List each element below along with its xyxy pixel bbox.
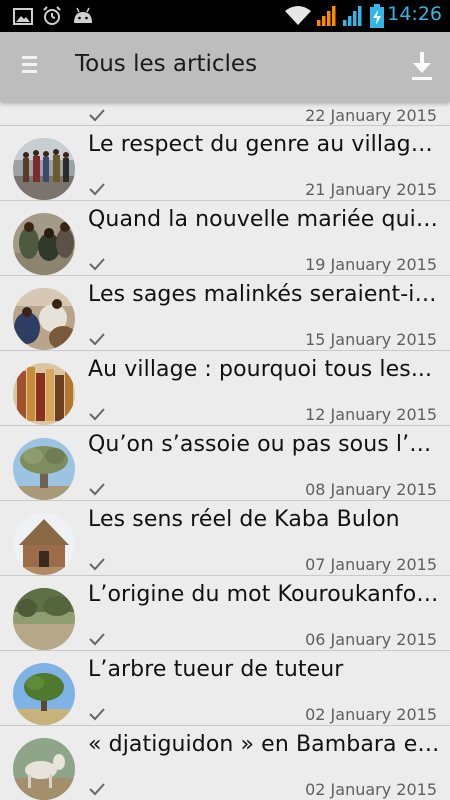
article-date: 22 January 2015	[305, 106, 437, 125]
article-title: Le respect du genre au village...	[88, 132, 440, 157]
article-thumbnail	[13, 288, 75, 350]
article-date: 12 January 2015	[305, 405, 437, 424]
image-icon	[13, 8, 33, 25]
article-title: « djatiguidon » en Bambara et...	[88, 732, 440, 757]
list-item[interactable]: Quand la nouvelle mariée quitte... 19 Ja…	[0, 201, 450, 276]
list-item[interactable]: Les sages malinkés seraient-ils... 15 Ja…	[0, 276, 450, 351]
article-date: 06 January 2015	[305, 630, 437, 649]
wifi-icon	[285, 6, 311, 25]
article-date: 19 January 2015	[305, 255, 437, 274]
check-icon	[89, 483, 105, 496]
check-icon	[89, 408, 105, 421]
article-date: 07 January 2015	[305, 555, 437, 574]
article-thumbnail	[13, 213, 75, 275]
article-date: 15 January 2015	[305, 330, 437, 349]
article-title: L’arbre tueur de tuteur	[88, 657, 344, 682]
article-thumbnail	[13, 663, 75, 725]
article-thumbnail	[13, 588, 75, 650]
article-title: Qu’on s’assoie ou pas sous l’arbre...	[88, 432, 440, 457]
list-item[interactable]: Les sens réel de Kaba Bulon 07 January 2…	[0, 501, 450, 576]
check-icon	[89, 333, 105, 346]
list-item[interactable]: Le respect du genre au village... 21 Jan…	[0, 126, 450, 201]
article-title: Au village : pourquoi tous les...	[88, 357, 433, 382]
download-icon[interactable]	[410, 50, 434, 82]
check-icon	[89, 633, 105, 646]
alarm-icon	[43, 6, 61, 25]
check-icon	[89, 708, 105, 721]
article-thumbnail	[13, 738, 75, 800]
article-thumbnail	[13, 138, 75, 200]
signal-icon	[317, 6, 336, 26]
list-item[interactable]: L’origine du mot Kouroukanfouga... 06 Ja…	[0, 576, 450, 651]
article-date: 02 January 2015	[305, 780, 437, 799]
article-date: 08 January 2015	[305, 480, 437, 499]
page-title: Tous les articles	[75, 51, 258, 77]
article-date: 21 January 2015	[305, 180, 437, 199]
list-item[interactable]: Qu’on s’assoie ou pas sous l’arbre... 08…	[0, 426, 450, 501]
article-title: Les sens réel de Kaba Bulon	[88, 507, 400, 532]
check-icon	[89, 109, 105, 122]
list-item[interactable]: 22 January 2015	[0, 102, 450, 126]
article-date: 02 January 2015	[305, 705, 437, 724]
check-icon	[89, 558, 105, 571]
article-title: Quand la nouvelle mariée quitte...	[88, 207, 440, 232]
list-item[interactable]: Au village : pourquoi tous les... 12 Jan…	[0, 351, 450, 426]
article-title: L’origine du mot Kouroukanfouga...	[88, 582, 440, 607]
list-item[interactable]: « djatiguidon » en Bambara et... 02 Janu…	[0, 726, 450, 800]
article-list[interactable]: 22 January 2015 Le respect du genre au v…	[0, 102, 450, 800]
signal-icon	[343, 6, 362, 26]
status-bar: 14:26	[0, 0, 450, 32]
action-bar: Tous les articles	[0, 32, 450, 102]
drawer-menu-icon[interactable]	[22, 56, 42, 78]
battery-charging-icon	[370, 4, 384, 28]
android-icon	[74, 7, 92, 23]
check-icon	[89, 783, 105, 796]
article-thumbnail	[13, 363, 75, 425]
article-title: Les sages malinkés seraient-ils...	[88, 282, 440, 307]
clock: 14:26	[387, 3, 442, 25]
article-thumbnail	[13, 513, 75, 575]
list-item[interactable]: L’arbre tueur de tuteur 02 January 2015	[0, 651, 450, 726]
article-thumbnail	[13, 438, 75, 500]
check-icon	[89, 183, 105, 196]
check-icon	[89, 258, 105, 271]
